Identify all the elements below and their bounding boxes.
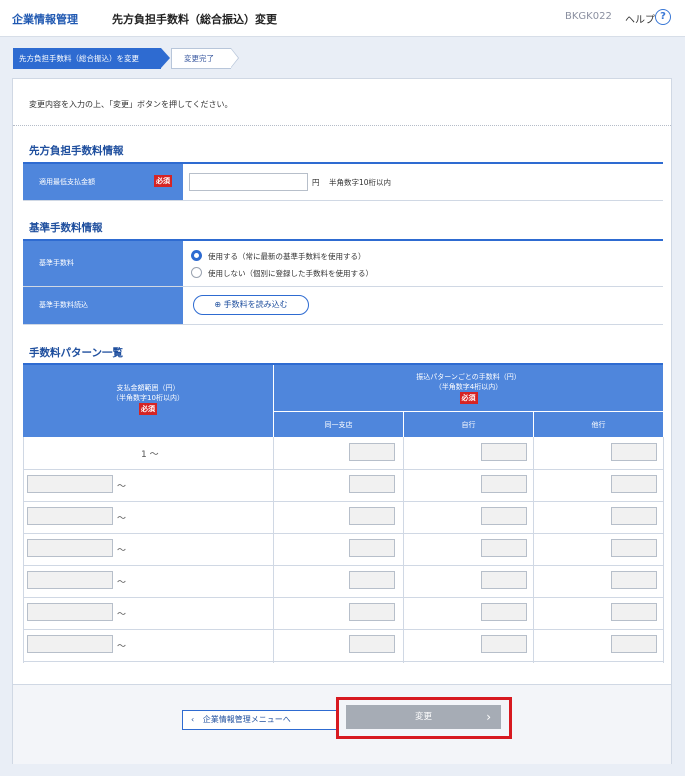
grid-line — [23, 565, 663, 566]
category-label: 企業情報管理 — [12, 13, 78, 26]
fee-input-other-bank[interactable] — [611, 539, 657, 557]
range-start-input[interactable] — [27, 507, 113, 525]
back-button-label: 企業情報管理メニューへ — [202, 715, 291, 724]
step-next: 変更完了 — [171, 48, 239, 69]
range-start-value: 1 — [141, 450, 147, 460]
radio-not-use[interactable] — [191, 267, 202, 278]
required-badge: 必須 — [154, 175, 172, 187]
col-fee-title: 振込パターンごとの手数料（円） — [416, 373, 521, 381]
subcol-same-branch: 同一支店 — [273, 411, 403, 437]
fee-input-other-bank[interactable] — [611, 635, 657, 653]
help-link[interactable]: ヘルプ — [625, 11, 655, 26]
change-button[interactable]: 変更 › — [346, 705, 501, 729]
fee-input-other-bank[interactable] — [611, 603, 657, 621]
grid-line — [23, 597, 663, 598]
grid-line — [23, 661, 663, 662]
section-title-fee-info: 先方負担手数料情報 — [29, 145, 124, 157]
back-to-menu-button[interactable]: ‹ 企業情報管理メニューへ — [182, 710, 338, 730]
fee-input-same-branch[interactable] — [349, 603, 395, 621]
fee-input-own-bank[interactable] — [481, 475, 527, 493]
required-badge: 必須 — [139, 403, 157, 415]
fee-input-same-branch[interactable] — [349, 539, 395, 557]
range-start-fixed: 1 ～ — [141, 447, 159, 460]
subcol-own-bank: 自行 — [403, 411, 533, 437]
fee-input-own-bank[interactable] — [481, 571, 527, 589]
tilde: ～ — [117, 546, 127, 556]
tilde: ～ — [117, 642, 127, 652]
range-start-input[interactable] — [27, 571, 113, 589]
col-header-range: 支払金額範囲（円） （半角数字10桁以内） 必須 — [23, 365, 273, 437]
fee-input-own-bank[interactable] — [481, 539, 527, 557]
fee-input-other-bank[interactable] — [611, 571, 657, 589]
label-min-amount-text: 適用最低支払金額 — [39, 178, 95, 186]
radio-use-label[interactable]: 使用する（常に最新の基準手数料を使用する） — [208, 251, 366, 262]
radio-use[interactable] — [191, 250, 202, 261]
chevron-right-icon: › — [486, 710, 491, 724]
fee-input-other-bank[interactable] — [611, 475, 657, 493]
instruction-text: 変更内容を入力の上、「変更」ボタンを押してください。 — [29, 100, 233, 109]
label-min-amount: 適用最低支払金額 必須 — [23, 164, 183, 200]
radio-not-use-label[interactable]: 使用しない（個別に登録した手数料を使用する） — [208, 268, 373, 279]
top-bar: 企業情報管理 先方負担手数料（総合振込）変更 BKGK022 ヘルプ ? — [0, 0, 685, 37]
range-start-input[interactable] — [27, 475, 113, 493]
tilde: ～ — [149, 450, 159, 460]
grid-line — [23, 629, 663, 630]
range-start-input[interactable] — [27, 603, 113, 621]
tilde: ～ — [117, 610, 127, 620]
row-border — [23, 324, 663, 325]
tilde: ～ — [117, 578, 127, 588]
fee-input-same-branch[interactable] — [349, 443, 395, 461]
submit-highlight: 変更 › — [336, 697, 512, 739]
section-title-pattern: 手数料パターン一覧 — [29, 347, 123, 359]
help-icon[interactable]: ? — [655, 9, 671, 25]
tilde: ～ — [117, 482, 127, 492]
fee-input-own-bank[interactable] — [481, 603, 527, 621]
min-amount-note: 半角数字10桁以内 — [329, 178, 392, 187]
grid-line — [23, 501, 663, 502]
subcol-other-bank: 他行 — [533, 411, 663, 437]
label-base-fee: 基準手数料 — [23, 241, 183, 286]
fee-input-same-branch[interactable] — [349, 635, 395, 653]
min-amount-input[interactable] — [189, 173, 308, 191]
col-range-title: 支払金額範囲（円） — [116, 384, 180, 392]
col-header-fee: 振込パターンごとの手数料（円） （半角数字4桁以内） 必須 — [273, 365, 663, 411]
row-border — [23, 200, 663, 201]
label-load-base-fee: 基準手数料読込 — [23, 287, 183, 324]
load-fee-icon: ⊕ — [214, 300, 224, 309]
fee-input-same-branch[interactable] — [349, 475, 395, 493]
fee-input-other-bank[interactable] — [611, 443, 657, 461]
page-title: 先方負担手数料（総合振込）変更 — [112, 13, 277, 26]
fee-input-own-bank[interactable] — [481, 443, 527, 461]
main-panel: 変更内容を入力の上、「変更」ボタンを押してください。 先方負担手数料情報 適用最… — [12, 78, 672, 764]
fee-input-own-bank[interactable] — [481, 635, 527, 653]
col-range-sub: （半角数字10桁以内） — [112, 394, 184, 402]
grid-line — [663, 437, 664, 663]
fee-input-same-branch[interactable] — [349, 571, 395, 589]
required-badge: 必須 — [459, 392, 478, 404]
col-fee-sub: （半角数字4桁以内） — [434, 383, 503, 391]
divider — [13, 125, 671, 126]
step-current: 先方負担手数料（総合振込）を変更 — [13, 48, 170, 69]
screen-code: BKGK022 — [565, 11, 612, 22]
range-start-input[interactable] — [27, 635, 113, 653]
fee-input-own-bank[interactable] — [481, 507, 527, 525]
chevron-left-icon: ‹ — [191, 715, 195, 724]
yen-unit: 円 — [312, 178, 320, 187]
fee-input-same-branch[interactable] — [349, 507, 395, 525]
load-fee-button-label: 手数料を読み込む — [223, 300, 288, 309]
tilde: ～ — [117, 514, 127, 524]
grid-line — [23, 533, 663, 534]
load-fee-button[interactable]: ⊕ 手数料を読み込む — [193, 295, 309, 315]
fee-input-other-bank[interactable] — [611, 507, 657, 525]
section-title-base-fee: 基準手数料情報 — [29, 222, 103, 234]
change-button-label: 変更 — [414, 712, 432, 722]
grid-line — [23, 469, 663, 470]
range-start-input[interactable] — [27, 539, 113, 557]
